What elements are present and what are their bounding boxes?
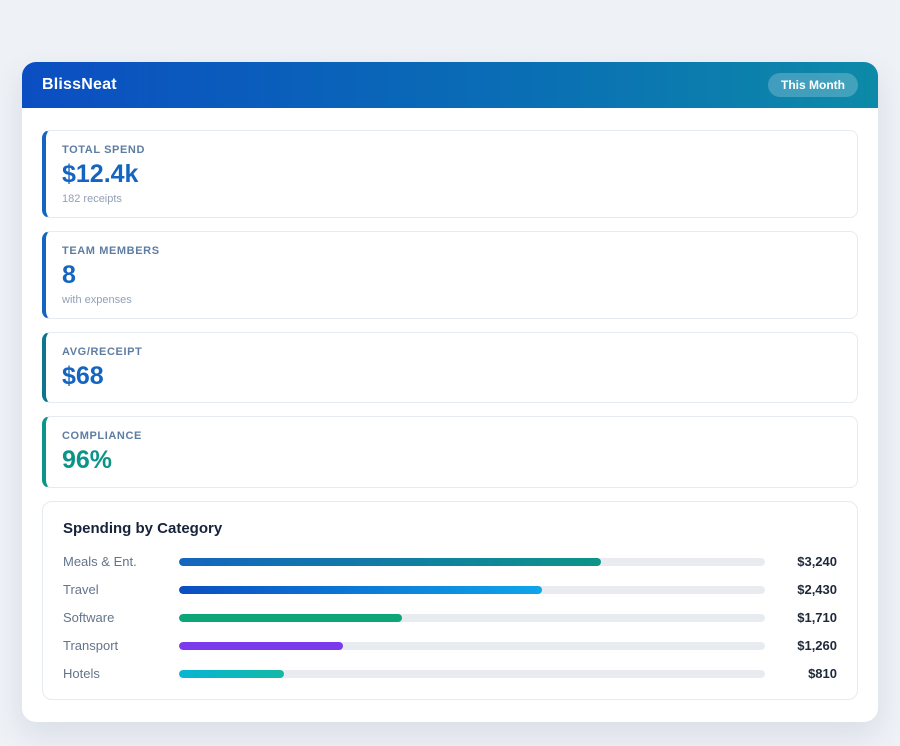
category-bar-track bbox=[179, 670, 765, 678]
category-amount: $1,710 bbox=[765, 610, 837, 625]
category-label: Software bbox=[63, 610, 179, 625]
category-label: Meals & Ent. bbox=[63, 554, 179, 569]
stat-value: 96% bbox=[62, 446, 841, 475]
stat-card-compliance: COMPLIANCE 96% bbox=[42, 416, 858, 488]
category-bar-track bbox=[179, 586, 765, 594]
stat-label: TEAM MEMBERS bbox=[62, 245, 841, 257]
stat-card-total-spend: TOTAL SPEND $12.4k 182 receipts bbox=[42, 130, 858, 218]
stat-subtext: with expenses bbox=[62, 294, 841, 306]
dashboard-card: BlissNeat This Month TOTAL SPEND $12.4k … bbox=[22, 62, 878, 722]
category-bar-fill bbox=[179, 670, 284, 678]
stat-value: $12.4k bbox=[62, 160, 841, 189]
stat-value: $68 bbox=[62, 362, 841, 391]
category-bar-fill bbox=[179, 614, 402, 622]
app-title: BlissNeat bbox=[42, 76, 117, 94]
category-amount: $2,430 bbox=[765, 582, 837, 597]
category-row-travel: Travel $2,430 bbox=[63, 582, 837, 597]
category-label: Hotels bbox=[63, 666, 179, 681]
category-bar-track bbox=[179, 558, 765, 566]
category-label: Travel bbox=[63, 582, 179, 597]
spending-by-category-card: Spending by Category Meals & Ent. $3,240… bbox=[42, 501, 858, 700]
stat-label: TOTAL SPEND bbox=[62, 144, 841, 156]
category-row-software: Software $1,710 bbox=[63, 610, 837, 625]
stat-label: AVG/RECEIPT bbox=[62, 346, 841, 358]
category-section-title: Spending by Category bbox=[63, 520, 837, 537]
category-bar-fill bbox=[179, 642, 343, 650]
stat-card-team-members: TEAM MEMBERS 8 with expenses bbox=[42, 231, 858, 319]
category-row-hotels: Hotels $810 bbox=[63, 666, 837, 681]
stat-label: COMPLIANCE bbox=[62, 430, 841, 442]
category-bar-track bbox=[179, 642, 765, 650]
app-header: BlissNeat This Month bbox=[22, 62, 878, 108]
category-label: Transport bbox=[63, 638, 179, 653]
dashboard-content: TOTAL SPEND $12.4k 182 receipts TEAM MEM… bbox=[22, 108, 878, 722]
period-badge[interactable]: This Month bbox=[768, 73, 858, 97]
category-amount: $1,260 bbox=[765, 638, 837, 653]
category-bar-fill bbox=[179, 558, 601, 566]
stat-card-avg-receipt: AVG/RECEIPT $68 bbox=[42, 332, 858, 404]
category-amount: $3,240 bbox=[765, 554, 837, 569]
category-bar-track bbox=[179, 614, 765, 622]
category-row-meals: Meals & Ent. $3,240 bbox=[63, 554, 837, 569]
category-amount: $810 bbox=[765, 666, 837, 681]
stat-subtext: 182 receipts bbox=[62, 193, 841, 205]
stat-value: 8 bbox=[62, 261, 841, 290]
category-row-transport: Transport $1,260 bbox=[63, 638, 837, 653]
category-bar-fill bbox=[179, 586, 542, 594]
